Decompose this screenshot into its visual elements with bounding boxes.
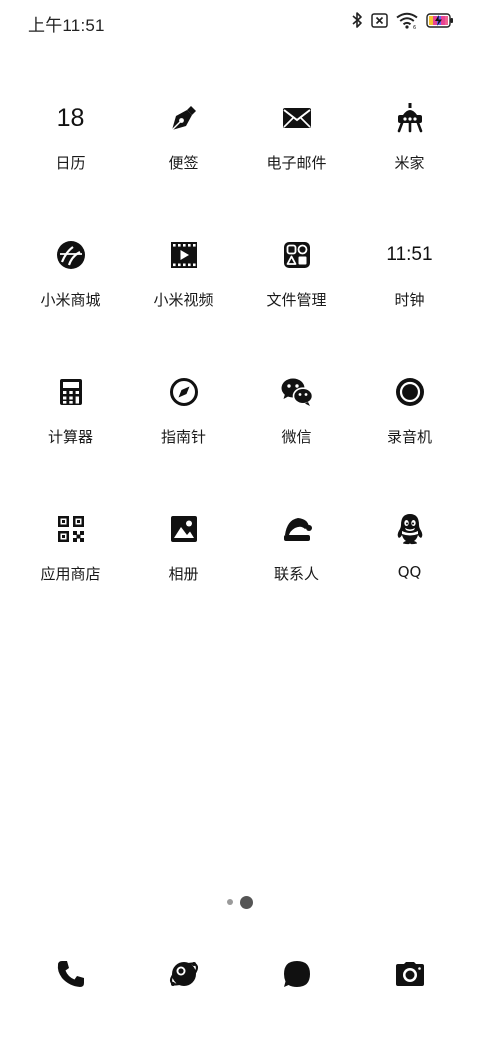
mijia-icon (384, 92, 436, 144)
contacts-icon (271, 503, 323, 555)
app-gallery[interactable]: 相册 (127, 503, 240, 640)
app-clock[interactable]: 11:51 时钟 (353, 229, 466, 366)
page-indicator[interactable] (0, 893, 480, 911)
app-file-manager[interactable]: 文件管理 (240, 229, 353, 366)
app-mi-store[interactable]: 小米商城 (14, 229, 127, 366)
app-label: 录音机 (386, 428, 432, 446)
app-compass[interactable]: 指南针 (127, 366, 240, 503)
app-recorder[interactable]: 录音机 (353, 366, 466, 503)
dock-browser[interactable] (127, 950, 240, 1002)
app-grid: 18 日历 便签 电子邮件 米家 小米商城 小米视频 文件管理 11:51 时钟… (14, 92, 466, 640)
app-label: 日历 (55, 154, 86, 172)
app-app-store[interactable]: 应用商店 (14, 503, 127, 640)
calendar-date: 18 (56, 103, 85, 132)
video-icon (158, 229, 210, 281)
phone-icon (56, 959, 86, 994)
app-label: 文件管理 (266, 291, 327, 309)
app-wechat[interactable]: 微信 (240, 366, 353, 503)
file-manager-icon (271, 229, 323, 281)
battery-charging-icon (426, 12, 454, 28)
app-mi-video[interactable]: 小米视频 (127, 229, 240, 366)
email-icon (271, 92, 323, 144)
no-sim-icon (371, 12, 388, 28)
app-contacts[interactable]: 联系人 (240, 503, 353, 640)
wifi-icon: 6 (396, 12, 418, 29)
app-store-icon (45, 503, 97, 555)
mi-store-icon (45, 229, 97, 281)
dock-messages[interactable] (240, 950, 353, 1002)
app-mijia[interactable]: 米家 (353, 92, 466, 229)
app-calculator[interactable]: 计算器 (14, 366, 127, 503)
app-label: 指南针 (160, 428, 206, 446)
app-label: 联系人 (273, 565, 319, 583)
messages-icon (282, 959, 312, 994)
svg-text:6: 6 (413, 25, 416, 29)
browser-icon (168, 958, 200, 995)
dock (14, 950, 466, 1002)
app-calendar[interactable]: 18 日历 (14, 92, 127, 229)
app-label: 微信 (281, 428, 312, 446)
app-label: 时钟 (394, 291, 425, 309)
recorder-icon (384, 366, 436, 418)
app-qq[interactable]: QQ (353, 503, 466, 640)
page-dot-2-current[interactable] (240, 895, 253, 909)
qq-icon (384, 503, 436, 555)
dock-camera[interactable] (353, 950, 466, 1002)
calendar-icon: 18 (45, 92, 97, 144)
status-icons: 6 (351, 11, 454, 29)
app-label: QQ (397, 563, 422, 581)
status-time: 上午11:51 (28, 16, 105, 35)
app-label: 米家 (394, 154, 425, 172)
app-email[interactable]: 电子邮件 (240, 92, 353, 229)
app-label: 便签 (168, 154, 199, 172)
clock-time: 11:51 (386, 244, 433, 265)
gallery-icon (158, 503, 210, 555)
bluetooth-icon (351, 11, 363, 29)
app-label: 相册 (168, 565, 199, 583)
calculator-icon (45, 366, 97, 418)
status-bar: 上午11:51 6 (0, 0, 480, 44)
app-notes[interactable]: 便签 (127, 92, 240, 229)
compass-icon (158, 366, 210, 418)
dock-phone[interactable] (14, 950, 127, 1002)
app-label: 计算器 (47, 428, 93, 446)
app-label: 小米视频 (153, 291, 214, 309)
app-label: 小米商城 (40, 291, 101, 309)
clock-icon: 11:51 (384, 229, 436, 281)
camera-icon (395, 961, 425, 992)
app-label: 电子邮件 (266, 154, 327, 172)
notes-pen-icon (158, 92, 210, 144)
wechat-icon (271, 366, 323, 418)
page-dot-1[interactable] (227, 899, 233, 905)
app-label: 应用商店 (40, 565, 101, 583)
